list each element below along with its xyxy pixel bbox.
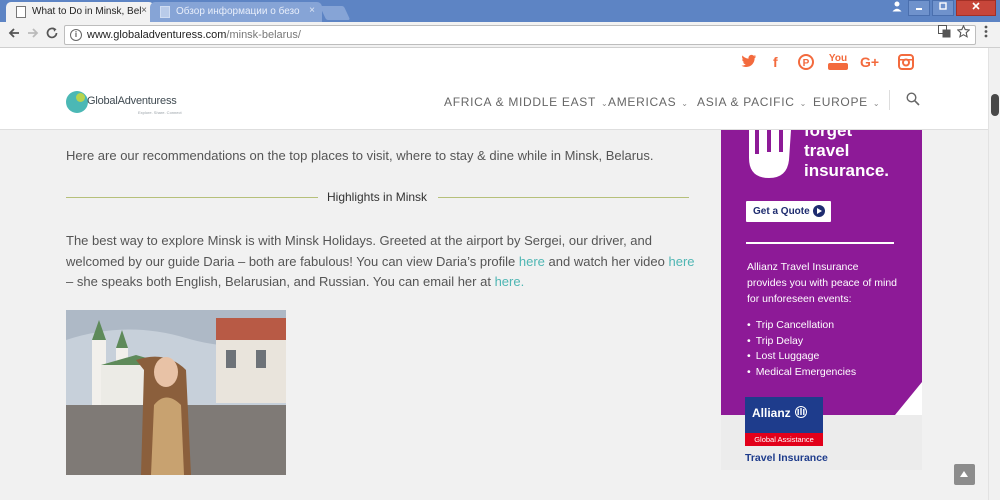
translate-icon[interactable] <box>938 25 951 41</box>
tab-title: Обзор информации о безо <box>176 6 300 17</box>
reload-icon[interactable] <box>45 26 59 44</box>
search-icon[interactable] <box>906 92 920 106</box>
browser-menu-icon[interactable] <box>984 25 988 41</box>
twitter-icon[interactable] <box>741 54 757 71</box>
intro-paragraph: Here are our recommendations on the top … <box>66 148 654 163</box>
logo-tagline: Explore. Share. Connect <box>138 110 182 115</box>
back-arrow-icon[interactable] <box>7 26 21 44</box>
section-divider-left <box>66 197 318 198</box>
email-link[interactable]: here. <box>495 274 525 289</box>
ad-headline: forget travel insurance. <box>804 130 889 181</box>
ad-headline-line: travel <box>804 141 850 160</box>
close-window-button[interactable] <box>956 0 996 16</box>
logo-name: GlobalAdventuress <box>87 95 177 107</box>
article-paragraph: The best way to explore Minsk is with Mi… <box>66 231 696 293</box>
youtube-icon[interactable]: You <box>828 54 848 72</box>
ad-divider <box>746 242 894 244</box>
nav-item-label: ASIA & PACIFIC <box>697 95 795 109</box>
page-scrollbar[interactable] <box>988 48 1000 500</box>
site-logo[interactable]: GlobalAdventuress Explore. Share. Connec… <box>66 91 216 117</box>
page-icon <box>16 6 26 18</box>
browser-tab-strip: What to Do in Minsk, Bel × Обзор информа… <box>0 0 1000 22</box>
nav-item-label: AMERICAS <box>608 95 677 109</box>
list-item: Trip Delay <box>747 334 856 350</box>
browser-toolbar: i www.globaladventuress.com/minsk-belaru… <box>0 22 1000 48</box>
cta-label: Get a Quote <box>753 206 810 217</box>
tab-title: What to Do in Minsk, Bel <box>32 6 142 17</box>
ad-description: Allianz Travel Insurance provides you wi… <box>747 261 897 305</box>
bookmark-star-icon[interactable] <box>956 24 971 41</box>
forward-arrow-icon[interactable] <box>26 26 40 44</box>
play-arrow-icon <box>813 205 825 217</box>
tab-close-icon[interactable]: × <box>141 5 147 16</box>
web-page: f P You G+ GlobalAdventuress Explore. Sh… <box>0 48 988 500</box>
chevron-down-icon: ⌄ <box>872 99 881 108</box>
raised-hand-icon <box>749 130 791 178</box>
ad-benefits-list: Trip Cancellation Trip Delay Lost Luggag… <box>747 318 856 380</box>
list-item: Trip Cancellation <box>747 318 856 334</box>
scrollbar-thumb[interactable] <box>991 94 999 116</box>
svg-text:P: P <box>803 58 810 69</box>
nav-item-asia-pacific[interactable]: ASIA & PACIFIC ⌄ <box>697 95 807 109</box>
allianz-logo: Allianz <box>745 397 823 433</box>
address-bar[interactable]: i www.globaladventuress.com/minsk-belaru… <box>64 25 976 45</box>
section-heading: Highlights in Minsk <box>327 190 428 204</box>
page-icon <box>160 6 170 18</box>
new-tab-button[interactable] <box>319 6 351 20</box>
instagram-icon[interactable] <box>898 54 914 73</box>
maximize-button[interactable] <box>932 0 954 16</box>
daria-profile-link[interactable]: here <box>519 254 545 269</box>
brand-subtitle: Global Assistance <box>745 433 823 446</box>
minimize-button[interactable] <box>908 0 930 16</box>
facebook-icon[interactable]: f <box>773 54 778 70</box>
list-item: Lost Luggage <box>747 349 856 365</box>
daria-video-link[interactable]: here <box>668 254 694 269</box>
nav-item-americas[interactable]: AMERICAS ⌄ <box>608 95 689 109</box>
globe-logo-icon <box>66 91 88 113</box>
list-item: Medical Emergencies <box>747 365 856 381</box>
paragraph-text: and watch her video <box>544 253 669 269</box>
site-header: f P You G+ GlobalAdventuress Explore. Sh… <box>0 48 988 130</box>
pinterest-icon[interactable]: P <box>798 54 814 73</box>
url-path: /minsk-belarus/ <box>226 29 301 41</box>
tab-close-icon[interactable]: × <box>309 5 315 16</box>
section-divider-right <box>438 197 689 198</box>
nav-item-africa-middle-east[interactable]: AFRICA & MIDDLE EAST ⌄ <box>444 95 608 109</box>
chevron-down-icon: ⌄ <box>799 99 808 108</box>
user-profile-icon[interactable] <box>888 0 906 16</box>
window-controls <box>886 0 996 16</box>
brand-name: Allianz <box>752 406 791 420</box>
browser-tab-inactive[interactable]: Обзор информации о безо × <box>150 2 322 22</box>
paragraph-text: – she speaks both English, Belarusian, a… <box>66 274 495 289</box>
url-host: www.globaladventuress.com <box>87 29 227 41</box>
scroll-to-top-button[interactable] <box>954 464 975 485</box>
ad-headline-line: forget <box>804 130 853 140</box>
site-info-icon[interactable]: i <box>70 29 82 41</box>
nav-item-label: EUROPE <box>813 95 868 109</box>
nav-item-label: AFRICA & MIDDLE EAST <box>444 95 597 109</box>
get-a-quote-button[interactable]: Get a Quote <box>746 201 831 222</box>
ad-headline-line: insurance. <box>804 161 890 180</box>
chevron-down-icon: ⌄ <box>681 99 689 108</box>
browser-tab-active[interactable]: What to Do in Minsk, Bel × <box>6 2 154 22</box>
nav-item-europe[interactable]: EUROPE ⌄ <box>813 95 880 109</box>
allianz-eagle-icon <box>795 406 808 418</box>
allianz-advertisement[interactable]: forget travel insurance. Get a Quote All… <box>721 130 922 470</box>
google-plus-icon[interactable]: G+ <box>860 54 879 70</box>
brand-product: Travel Insurance <box>745 452 828 464</box>
minsk-guide-photo <box>66 310 286 475</box>
menu-divider <box>889 90 890 110</box>
